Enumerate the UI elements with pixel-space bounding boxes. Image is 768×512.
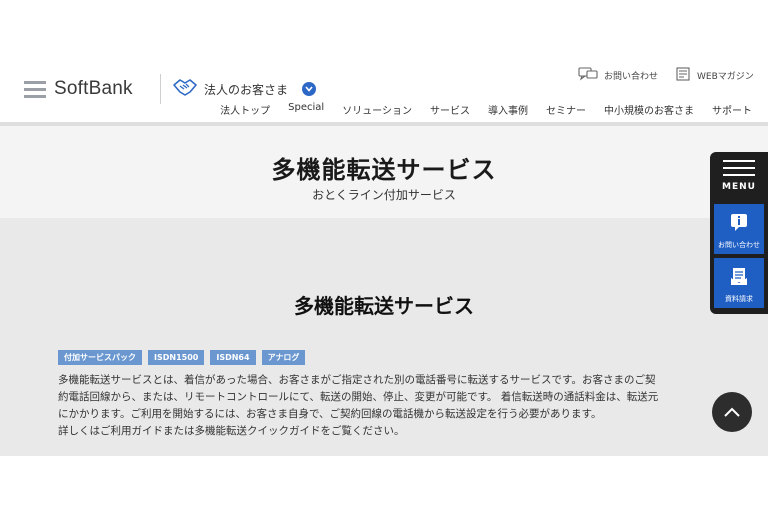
menu-button[interactable]: MENU [710,152,768,198]
description-line: 多機能転送サービスとは、着信があった場合、お客さまがご指定された別の電話番号に転… [58,374,656,386]
contact-link-label: お問い合わせ [604,72,659,82]
softbank-logo[interactable]: SoftBank [24,78,133,100]
site-header: SoftBank 法人のお客さま お問い合わせ WEBマガジン 法人トップ Sp… [0,58,768,122]
logo-text: SoftBank [54,78,133,99]
scroll-top-button[interactable] [712,392,752,432]
main-content: 多機能転送サービス 付加サービスパック ISDN1500 ISDN64 アナログ… [0,218,768,456]
logo-bars-icon [24,80,46,98]
side-docs-label: 資料請求 [725,295,753,303]
magazine-icon [675,66,691,85]
nav-item-seminar[interactable]: セミナー [537,102,595,117]
global-nav: 法人トップ Special ソリューション サービス 導入事例 セミナー 中小規… [211,102,752,117]
webmag-link[interactable]: WEBマガジン [675,66,754,85]
chevron-down-icon[interactable] [302,82,317,96]
tag-isdn64: ISDN64 [210,350,256,365]
menu-icon [723,160,755,176]
arrow-up-icon [723,403,741,422]
page-title-band: 多機能転送サービス おとくライン付加サービス [0,122,768,218]
side-contact-label: お問い合わせ [718,241,760,249]
page-subtitle: おとくライン付加サービス [312,188,456,202]
service-tags: 付加サービスパック ISDN1500 ISDN64 アナログ [58,350,306,365]
info-icon [729,212,749,236]
tag-isdn1500: ISDN1500 [148,350,205,365]
page-title: 多機能転送サービス [271,156,497,184]
description-line: 約電話回線から、または、リモートコントロールにて、転送の開始、停止、変更が可能で… [58,391,659,403]
biz-label: 法人のお客さま [204,82,289,97]
chat-icon [578,66,598,85]
nav-item-case-study[interactable]: 導入事例 [479,102,537,117]
description-line: にかかります。ご利用を開始するには、お客さま自身で、ご契約回線の電話機から転送設… [58,408,602,420]
floating-side-panel: MENU お問い合わせ 資料請求 [710,152,768,314]
tag-option-pack: 付加サービスパック [58,350,142,365]
nav-item-service[interactable]: サービス [421,102,479,117]
nav-item-support[interactable]: サポート [703,102,752,117]
nav-item-biz-top[interactable]: 法人トップ [211,102,279,117]
nav-item-smb[interactable]: 中小規模のお客さま [595,102,703,117]
handshake-icon [172,76,198,102]
menu-label: MENU [722,182,756,192]
header-divider [160,74,161,104]
side-docs-button[interactable]: 資料請求 [714,258,764,308]
contact-link[interactable]: お問い合わせ [578,66,658,85]
description-line: 詳しくはご利用ガイドまたは多機能転送クイックガイドをご覧ください。 [58,425,405,437]
business-customer-selector[interactable]: 法人のお客さま [172,76,317,102]
document-icon [729,266,749,290]
webmag-link-label: WEBマガジン [697,72,754,82]
side-contact-button[interactable]: お問い合わせ [714,204,764,254]
nav-item-solution[interactable]: ソリューション [333,102,421,117]
section-title: 多機能転送サービス [294,294,474,318]
nav-item-special[interactable]: Special [279,102,333,117]
tag-analog: アナログ [261,350,306,365]
service-description: 多機能転送サービスとは、着信があった場合、お客さまがご指定された別の電話番号に転… [58,372,710,440]
